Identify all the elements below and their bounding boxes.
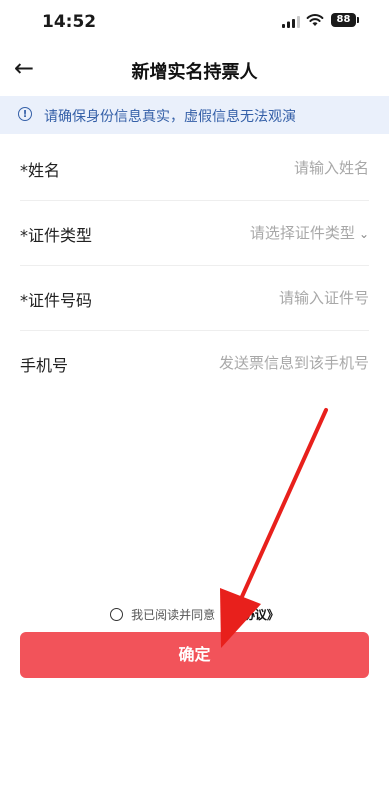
- chevron-down-icon: ⌄: [358, 227, 369, 241]
- notice-banner: ! 请确保身份信息真实，虚假信息无法观演: [0, 96, 389, 134]
- agreement-row: 我已阅读并同意 《…协议》: [0, 606, 389, 628]
- notice-text: 请确保身份信息真实，虚假信息无法观演: [44, 109, 296, 125]
- id-number-row: *证件号码: [20, 266, 369, 331]
- id-number-label: *证件号码: [20, 291, 93, 310]
- ticket-holder-form: *姓名 *证件类型 请选择证件类型⌄ *证件号码 手机号: [20, 136, 369, 395]
- name-row: *姓名: [20, 136, 369, 201]
- id-type-row: *证件类型 请选择证件类型 ⌄: [20, 201, 369, 266]
- info-icon: !: [18, 107, 32, 121]
- phone-row: 手机号: [20, 331, 369, 395]
- agreement-checkbox[interactable]: [110, 608, 124, 621]
- signal-icon: [282, 16, 300, 28]
- id-type-placeholder: 请选择证件类型: [249, 224, 355, 242]
- status-time: 14:52: [42, 12, 97, 32]
- id-type-select[interactable]: 请选择证件类型 ⌄: [250, 222, 369, 243]
- name-input[interactable]: [149, 155, 369, 181]
- id-type-label: *证件类型: [20, 226, 93, 245]
- page-title: 新增实名持票人: [131, 62, 258, 83]
- wifi-icon: [306, 14, 324, 26]
- navigation-bar: ← 新增实名持票人: [0, 44, 389, 94]
- battery-icon: 88: [331, 13, 359, 27]
- agreement-link[interactable]: 《…协议》: [219, 608, 279, 622]
- phone-label: 手机号: [20, 356, 69, 375]
- id-number-input[interactable]: [149, 285, 369, 311]
- agreement-text: 我已阅读并同意: [131, 608, 216, 622]
- name-label: *姓名: [20, 161, 61, 180]
- phone-input[interactable]: [149, 350, 369, 376]
- confirm-button[interactable]: 确定: [20, 632, 369, 678]
- status-bar: 14:52 88: [0, 0, 389, 44]
